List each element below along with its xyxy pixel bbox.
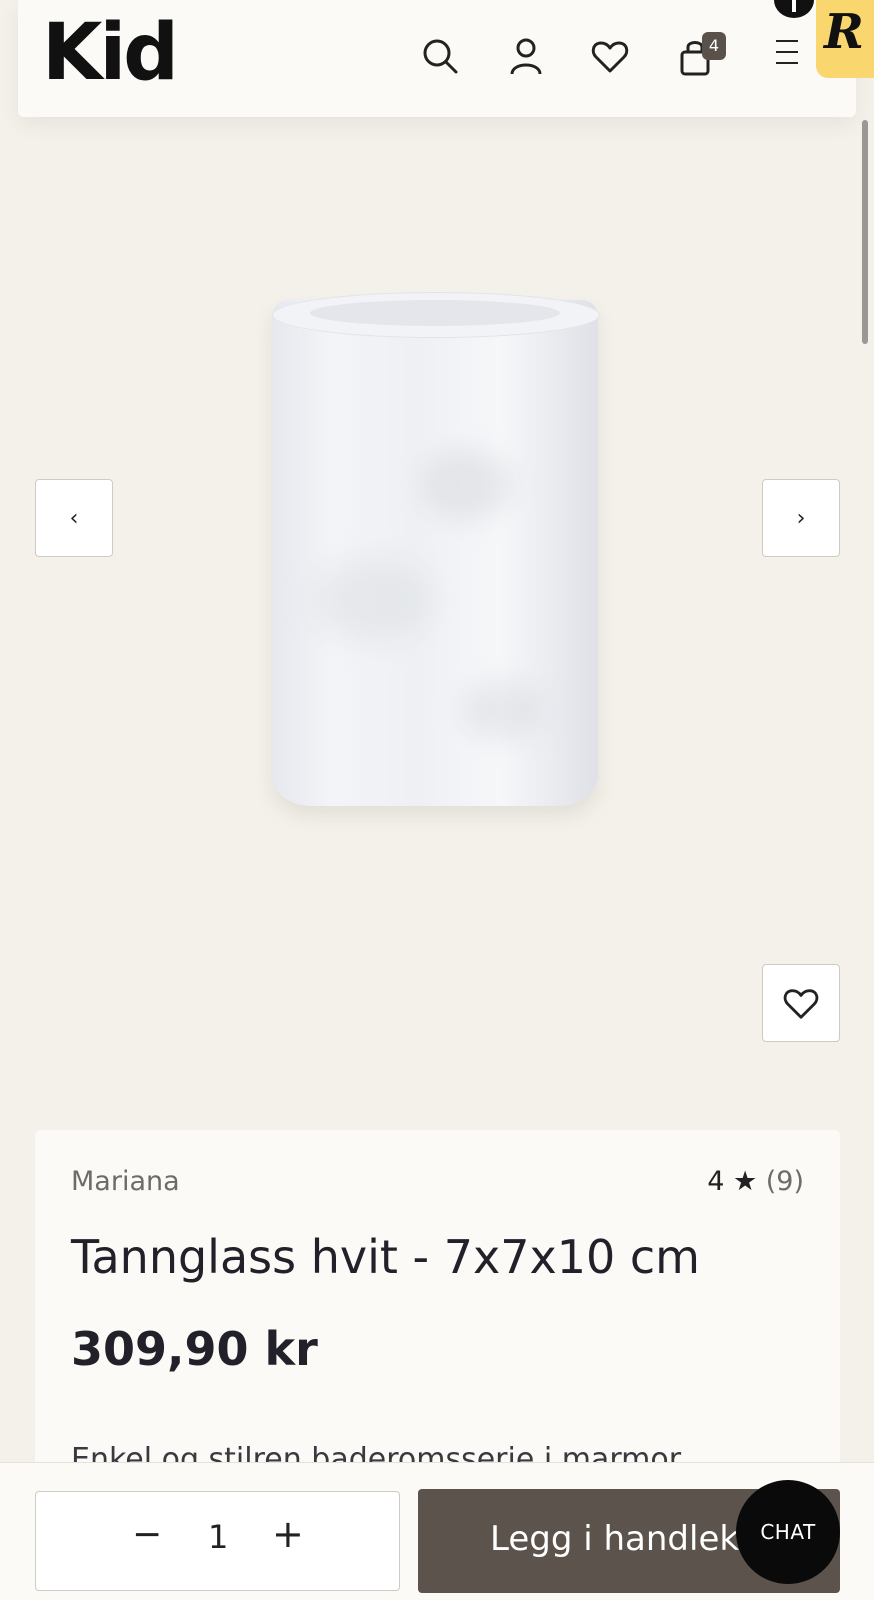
scrollbar[interactable] bbox=[862, 120, 868, 344]
account-icon[interactable] bbox=[506, 36, 546, 76]
cart-icon[interactable]: 4 bbox=[676, 32, 726, 76]
site-header: Kid 4 bbox=[18, 0, 856, 117]
gallery-prev-button[interactable]: ‹ bbox=[35, 479, 113, 557]
favorite-button[interactable] bbox=[762, 964, 840, 1042]
product-image bbox=[272, 292, 600, 806]
wishlist-heart-icon[interactable] bbox=[590, 36, 630, 76]
quantity-value[interactable]: 1 bbox=[208, 1518, 228, 1556]
product-brand[interactable]: Mariana bbox=[71, 1166, 180, 1197]
site-logo[interactable]: Kid bbox=[42, 14, 179, 92]
chevron-left-icon: ‹ bbox=[69, 505, 79, 531]
product-title: Tannglass hvit - 7x7x10 cm bbox=[71, 1230, 700, 1284]
menu-icon[interactable] bbox=[776, 40, 798, 70]
product-rating[interactable]: 4 ★ (9) bbox=[707, 1166, 804, 1197]
reward-badge-letter: R bbox=[824, 4, 864, 60]
rating-value: 4 ★ bbox=[707, 1166, 758, 1197]
chevron-right-icon: › bbox=[796, 505, 806, 531]
quantity-stepper: − 1 + bbox=[35, 1491, 400, 1591]
search-icon[interactable] bbox=[420, 36, 460, 76]
chat-button[interactable]: CHAT bbox=[736, 1480, 840, 1584]
gallery-next-button[interactable]: › bbox=[762, 479, 840, 557]
reward-badge[interactable]: R bbox=[816, 0, 874, 78]
cart-count-badge: 4 bbox=[702, 32, 726, 60]
product-price: 309,90 kr bbox=[71, 1322, 318, 1376]
quantity-increase-button[interactable]: + bbox=[272, 1512, 304, 1556]
rating-count: (9) bbox=[765, 1166, 804, 1197]
heart-icon bbox=[783, 989, 819, 1019]
quantity-decrease-button[interactable]: − bbox=[132, 1514, 162, 1555]
